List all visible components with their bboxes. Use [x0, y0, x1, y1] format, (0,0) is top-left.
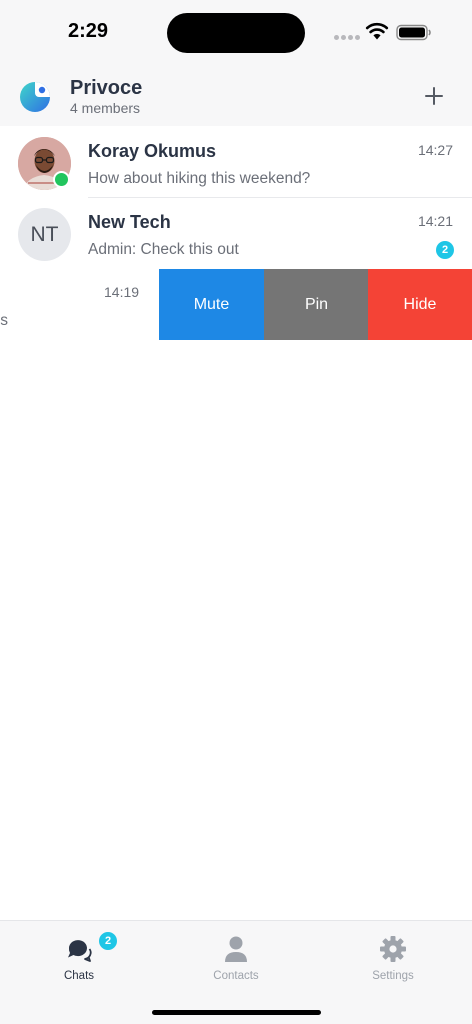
group-name[interactable]: Privoce [70, 77, 142, 100]
wifi-icon [365, 22, 389, 40]
chat-row-swiped[interactable]: 14:19 s Mute Pin Hide [0, 269, 472, 340]
chat-row-new-tech[interactable]: NT New Tech 14:21 Admin: Check this out … [0, 198, 472, 269]
chat-time: 14:21 [417, 213, 453, 229]
tab-label: Contacts [213, 970, 259, 982]
tab-badge: 2 [98, 931, 118, 951]
group-member-count: 4 members [70, 100, 141, 116]
status-bar: 2:29 [0, 0, 472, 64]
tab-settings[interactable]: Settings [333, 921, 453, 991]
chat-last-message: s [0, 312, 8, 329]
online-status-indicator [53, 171, 70, 188]
battery-icon [396, 24, 431, 41]
plus-icon[interactable] [420, 82, 448, 110]
chat-last-message: How about hiking this weekend? [88, 170, 311, 187]
chat-time: 14:27 [417, 142, 453, 158]
hide-button[interactable]: Hide [368, 269, 472, 340]
tab-label: Chats [63, 970, 95, 982]
gear-icon [380, 936, 406, 962]
tab-bar: 2 Chats Contacts Settings [0, 920, 472, 1024]
cellular-signal-icon [334, 35, 360, 41]
privoce-logo-icon [20, 82, 50, 112]
chat-bubbles-icon [68, 940, 92, 962]
avatar: NT [18, 208, 71, 261]
chat-last-message: Admin: Check this out [88, 241, 239, 258]
pin-button[interactable]: Pin [264, 269, 369, 340]
chat-name: New Tech [88, 212, 171, 232]
chat-row-koray-okumus[interactable]: Koray Okumus 14:27 How about hiking this… [0, 127, 472, 198]
status-time: 2:29 [68, 20, 109, 42]
dynamic-island [167, 13, 305, 53]
tab-contacts[interactable]: Contacts [176, 921, 296, 991]
chat-time: 14:19 [104, 284, 140, 300]
chat-name: Koray Okumus [88, 141, 217, 161]
tab-label: Settings [372, 970, 414, 982]
tab-chats[interactable]: 2 Chats [19, 921, 139, 991]
home-indicator [152, 1010, 321, 1015]
group-header: Privoce 4 members [0, 64, 472, 126]
person-icon [225, 936, 247, 962]
unread-count-badge: 2 [436, 241, 454, 259]
mute-button[interactable]: Mute [159, 269, 264, 340]
